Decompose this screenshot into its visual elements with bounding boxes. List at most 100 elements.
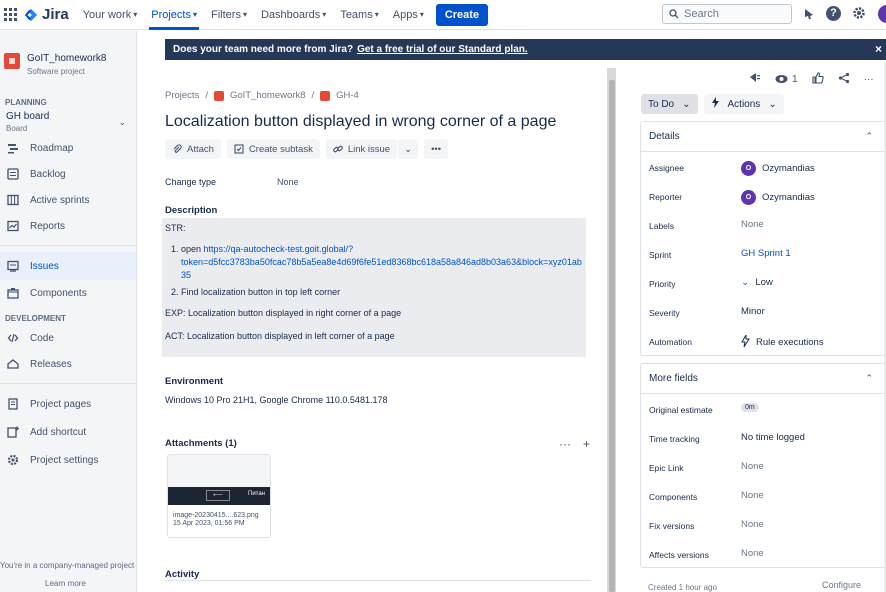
autocheck-link[interactable]: https://qa-autocheck-test.goit.global/?: [204, 244, 354, 254]
more-icon[interactable]: ···: [559, 437, 571, 451]
user-avatar[interactable]: [878, 5, 886, 23]
attach-button[interactable]: Attach: [165, 139, 221, 159]
learn-more-link[interactable]: Learn more: [45, 579, 86, 588]
field-value: O Ozymandias: [741, 190, 815, 205]
environment-value[interactable]: Windows 10 Pro 21H1, Google Chrome 110.0…: [165, 395, 387, 405]
feedback-icon[interactable]: [748, 71, 761, 87]
sidebar-item-components[interactable]: Components: [0, 280, 136, 306]
sprint-link[interactable]: GH Sprint 1: [741, 248, 791, 259]
board-selector[interactable]: GH board Board ⌄: [0, 111, 136, 133]
sprints-icon: [6, 193, 20, 207]
breadcrumb-issue-key[interactable]: GH-4: [336, 90, 359, 101]
app-switcher-icon[interactable]: [4, 7, 18, 22]
step-prefix: open: [181, 244, 204, 254]
watch-count: 1: [792, 73, 798, 85]
field-sprint[interactable]: Sprint GH Sprint 1: [641, 239, 885, 268]
link-issue-button[interactable]: Link issue: [325, 139, 398, 159]
details-panel-header[interactable]: Details ⌃: [641, 122, 885, 152]
thumbs-up-icon[interactable]: [812, 71, 824, 87]
close-icon[interactable]: ×: [875, 42, 882, 56]
field-label: Labels: [649, 221, 675, 231]
status-dropdown[interactable]: To Do ⌄: [641, 94, 698, 114]
watch-button[interactable]: 1: [775, 74, 798, 85]
sidebar-item-label: Active sprints: [30, 194, 90, 206]
nav-your-work[interactable]: Your work ▾: [83, 0, 138, 30]
create-button[interactable]: Create: [435, 3, 489, 26]
description-body[interactable]: STR: open https://qa-autocheck-test.goit…: [162, 218, 586, 357]
breadcrumb-projects[interactable]: Projects: [165, 90, 199, 101]
more-fields-header[interactable]: More fields ⌃: [641, 364, 885, 394]
nav-projects[interactable]: Projects ▾: [149, 0, 199, 30]
sidebar-item-issues[interactable]: Issues: [0, 252, 136, 280]
help-icon[interactable]: ?: [826, 5, 841, 21]
project-name[interactable]: GoIT_homework8: [27, 53, 106, 64]
sidebar-item-backlog[interactable]: Backlog: [0, 161, 136, 187]
sidebar-item-add-shortcut[interactable]: Add shortcut: [0, 418, 136, 446]
field-labels[interactable]: Labels None: [641, 210, 885, 239]
issue-actions: Attach Create subtask Link issue ⌄ •••: [165, 139, 449, 159]
board-subtitle: Board: [6, 124, 28, 133]
banner-trial-link[interactable]: Get a free trial of our Standard plan.: [357, 44, 528, 55]
project-avatar-icon: [213, 90, 224, 101]
sidebar-item-project-pages[interactable]: Project pages: [0, 390, 136, 418]
chevron-down-icon: ▾: [374, 10, 379, 19]
releases-icon: [6, 357, 20, 371]
company-managed-note: You're in a company-managed project: [0, 561, 135, 570]
attachment-tools: ··· +: [559, 437, 590, 451]
create-subtask-button[interactable]: Create subtask: [226, 139, 320, 159]
field-label: Fix versions: [649, 521, 695, 531]
field-reporter[interactable]: Reporter O Ozymandias: [641, 181, 885, 210]
share-icon[interactable]: [838, 72, 850, 87]
field-components[interactable]: Components None: [641, 481, 885, 510]
more-icon[interactable]: ···: [864, 74, 874, 85]
sidebar-item-reports[interactable]: Reports: [0, 213, 136, 239]
field-value: ⌄ Low: [741, 277, 773, 288]
field-severity[interactable]: Severity Minor: [641, 297, 885, 326]
plus-icon[interactable]: +: [583, 437, 590, 451]
upgrade-banner: Does your team need more from Jira? Get …: [165, 39, 886, 60]
code-icon: [6, 331, 20, 345]
more-actions-button[interactable]: •••: [424, 139, 449, 159]
field-assignee[interactable]: Assignee O Ozymandias: [641, 152, 885, 181]
main-scrollbar-thumb[interactable]: [609, 80, 615, 592]
attachment-thumbnail: ⟵ Питан: [168, 455, 270, 505]
field-priority[interactable]: Priority ⌄ Low: [641, 268, 885, 297]
field-fix-versions[interactable]: Fix versions None: [641, 510, 885, 539]
actions-dropdown[interactable]: Actions ⌄: [703, 94, 784, 114]
sidebar-item-releases[interactable]: Releases: [0, 351, 136, 377]
field-time-tracking[interactable]: Time tracking No time logged: [641, 423, 885, 452]
breadcrumb-project[interactable]: GoIT_homework8: [230, 90, 306, 101]
field-affects-versions[interactable]: Affects versions None: [641, 539, 885, 568]
autocheck-link-end[interactable]: 35: [181, 270, 191, 280]
sidebar-item-active-sprints[interactable]: Active sprints: [0, 187, 136, 213]
bug-icon: [320, 90, 331, 101]
search-input[interactable]: Search: [662, 4, 792, 24]
field-epic-link[interactable]: Epic Link None: [641, 452, 885, 481]
configure-button[interactable]: Configure: [822, 580, 861, 590]
chevron-down-icon: ⌄: [682, 98, 691, 110]
sidebar-item-project-settings[interactable]: Project settings: [0, 446, 136, 474]
autocheck-link-token[interactable]: token=d5fcc3783ba50fcac78b5a5ea8e4d69f6f…: [181, 257, 582, 267]
activity-heading: Activity: [165, 569, 200, 580]
development-section-label: DEVELOPMENT: [5, 314, 66, 323]
nav-dashboards[interactable]: Dashboards ▾: [261, 0, 326, 30]
nav-apps[interactable]: Apps ▾: [393, 0, 424, 30]
notifications-icon[interactable]: [800, 5, 816, 21]
project-type: Software project: [27, 67, 85, 76]
issue-title[interactable]: Localization button displayed in wrong c…: [165, 113, 556, 131]
sidebar-item-code[interactable]: Code: [0, 325, 136, 351]
sidebar-item-roadmap[interactable]: Roadmap: [0, 135, 136, 161]
attachment-date: 15 Apr 2023, 01:56 PM: [173, 520, 245, 527]
nav-teams[interactable]: Teams ▾: [340, 0, 378, 30]
jira-logo[interactable]: Jira: [24, 6, 69, 23]
field-automation[interactable]: Automation Rule executions: [641, 326, 885, 355]
field-original-estimate[interactable]: Original estimate 0m: [641, 394, 885, 423]
attachment-card[interactable]: ⟵ Питан image-20230415....623.png 15 Apr…: [167, 454, 271, 538]
field-label: Reporter: [649, 192, 683, 202]
nav-filters[interactable]: Filters ▾: [211, 0, 247, 30]
link-issue-dropdown[interactable]: ⌄: [398, 139, 419, 159]
gear-icon[interactable]: [851, 5, 867, 21]
link-issue-label: Link issue: [347, 143, 391, 155]
field-value: None: [741, 461, 764, 472]
change-type-value[interactable]: None: [277, 177, 299, 187]
